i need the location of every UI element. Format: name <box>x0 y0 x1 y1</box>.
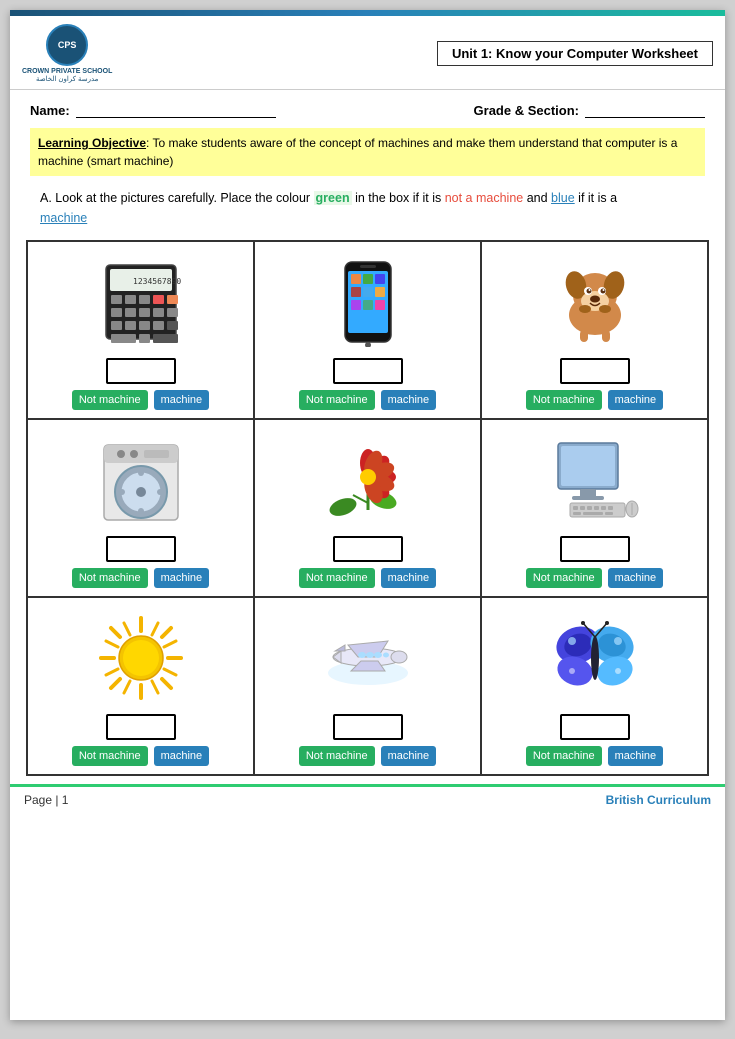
cell-calculator: 1234567890 <box>28 242 255 418</box>
flower-icon <box>323 435 413 525</box>
curriculum-label: British Curriculum <box>606 793 711 807</box>
school-name-arabic: مدرسة كراون الخاصة <box>36 75 98 83</box>
grade-label: Grade & Section: <box>474 103 579 118</box>
calculator-icon: 1234567890 <box>96 257 186 347</box>
learning-objective: Learning Objective: To make students awa… <box>30 128 705 176</box>
calculator-image-area: 1234567890 <box>36 252 245 352</box>
school-logo: CPS <box>46 24 88 66</box>
logo-text: CPS <box>58 40 77 50</box>
machine-btn-computer[interactable]: machine <box>608 568 664 588</box>
instructions-text2: in the box if it is <box>352 191 445 205</box>
instructions-text3: and <box>523 191 551 205</box>
color-box-calculator[interactable] <box>106 358 176 384</box>
butterfly-icon <box>550 613 640 703</box>
machine-btn-butterfly[interactable]: machine <box>608 746 664 766</box>
worksheet-page: CPS CROWN PRIVATE SCHOOL مدرسة كراون الخ… <box>10 10 725 1020</box>
machine-btn-phone[interactable]: machine <box>381 390 437 410</box>
cell-dog: Not machine machine <box>482 242 707 418</box>
instructions-prefix: A. <box>40 191 52 205</box>
plane-icon <box>323 613 413 703</box>
btn-row-butterfly: Not machine machine <box>490 746 699 766</box>
cell-phone: Not machine machine <box>255 242 482 418</box>
grid-row-2: Not machine machine <box>28 420 707 598</box>
page-header: CPS CROWN PRIVATE SCHOOL مدرسة كراون الخ… <box>10 16 725 90</box>
btn-row-washer: Not machine machine <box>36 568 245 588</box>
cell-flower: Not machine machine <box>255 420 482 596</box>
not-machine-btn-dog[interactable]: Not machine <box>526 390 602 410</box>
instructions-green-word: green <box>314 191 352 205</box>
color-box-dog[interactable] <box>560 358 630 384</box>
sun-image-area <box>36 608 245 708</box>
worksheet-title: Unit 1: Know your Computer Worksheet <box>437 41 713 66</box>
btn-row-sun: Not machine machine <box>36 746 245 766</box>
sun-icon <box>96 613 186 703</box>
color-box-flower[interactable] <box>333 536 403 562</box>
not-machine-btn-butterfly[interactable]: Not machine <box>526 746 602 766</box>
not-machine-btn-computer[interactable]: Not machine <box>526 568 602 588</box>
name-label: Name: <box>30 103 70 118</box>
dog-image-area <box>490 252 699 352</box>
flower-image-area <box>263 430 472 530</box>
machine-btn-flower[interactable]: machine <box>381 568 437 588</box>
btn-row-dog: Not machine machine <box>490 390 699 410</box>
color-box-sun[interactable] <box>106 714 176 740</box>
btn-row-plane: Not machine machine <box>263 746 472 766</box>
activity-grid: 1234567890 <box>26 240 709 776</box>
dog-icon <box>550 257 640 347</box>
phone-image-area <box>263 252 472 352</box>
instructions-blue-word: blue <box>551 191 575 205</box>
color-box-phone[interactable] <box>333 358 403 384</box>
grid-row-1: 1234567890 <box>28 242 707 420</box>
color-box-computer[interactable] <box>560 536 630 562</box>
instructions-text1: Look at the pictures carefully. Place th… <box>55 191 313 205</box>
not-machine-btn-sun[interactable]: Not machine <box>72 746 148 766</box>
machine-btn-plane[interactable]: machine <box>381 746 437 766</box>
name-grade-row: Name: Grade & Section: <box>10 90 725 124</box>
plane-image-area <box>263 608 472 708</box>
not-machine-btn-flower[interactable]: Not machine <box>299 568 375 588</box>
grade-field: Grade & Section: <box>474 102 705 118</box>
btn-row-calculator: Not machine machine <box>36 390 245 410</box>
washer-icon <box>96 435 186 525</box>
name-input-line[interactable] <box>76 102 276 118</box>
instructions: A. Look at the pictures carefully. Place… <box>10 180 725 232</box>
cell-washer: Not machine machine <box>28 420 255 596</box>
cell-computer: Not machine machine <box>482 420 707 596</box>
not-machine-btn-phone[interactable]: Not machine <box>299 390 375 410</box>
school-name-english: CROWN PRIVATE SCHOOL <box>22 68 112 75</box>
instructions-text4: if it is a <box>575 191 617 205</box>
page-number: Page | 1 <box>24 793 68 807</box>
learning-objective-label: Learning Objective <box>38 136 146 150</box>
instructions-link-word[interactable]: machine <box>40 211 87 225</box>
name-field: Name: <box>30 102 276 118</box>
btn-row-computer: Not machine machine <box>490 568 699 588</box>
color-box-butterfly[interactable] <box>560 714 630 740</box>
phone-icon <box>323 257 413 347</box>
cell-butterfly: Not machine machine <box>482 598 707 774</box>
svg-text:1234567890: 1234567890 <box>133 277 181 286</box>
grid-row-3: Not machine machine <box>28 598 707 774</box>
not-machine-btn-plane[interactable]: Not machine <box>299 746 375 766</box>
color-box-plane[interactable] <box>333 714 403 740</box>
machine-btn-calculator[interactable]: machine <box>154 390 210 410</box>
cell-plane: Not machine machine <box>255 598 482 774</box>
machine-btn-sun[interactable]: machine <box>154 746 210 766</box>
computer-image-area <box>490 430 699 530</box>
not-machine-btn-washer[interactable]: Not machine <box>72 568 148 588</box>
computer-icon <box>550 435 640 525</box>
btn-row-phone: Not machine machine <box>263 390 472 410</box>
grade-input-line[interactable] <box>585 102 705 118</box>
not-machine-btn-calculator[interactable]: Not machine <box>72 390 148 410</box>
washer-image-area <box>36 430 245 530</box>
btn-row-flower: Not machine machine <box>263 568 472 588</box>
machine-btn-washer[interactable]: machine <box>154 568 210 588</box>
cell-sun: Not machine machine <box>28 598 255 774</box>
page-footer: Page | 1 British Curriculum <box>10 784 725 813</box>
butterfly-image-area <box>490 608 699 708</box>
color-box-washer[interactable] <box>106 536 176 562</box>
logo-area: CPS CROWN PRIVATE SCHOOL مدرسة كراون الخ… <box>22 24 112 83</box>
instructions-red-word: not a machine <box>445 191 524 205</box>
machine-btn-dog[interactable]: machine <box>608 390 664 410</box>
